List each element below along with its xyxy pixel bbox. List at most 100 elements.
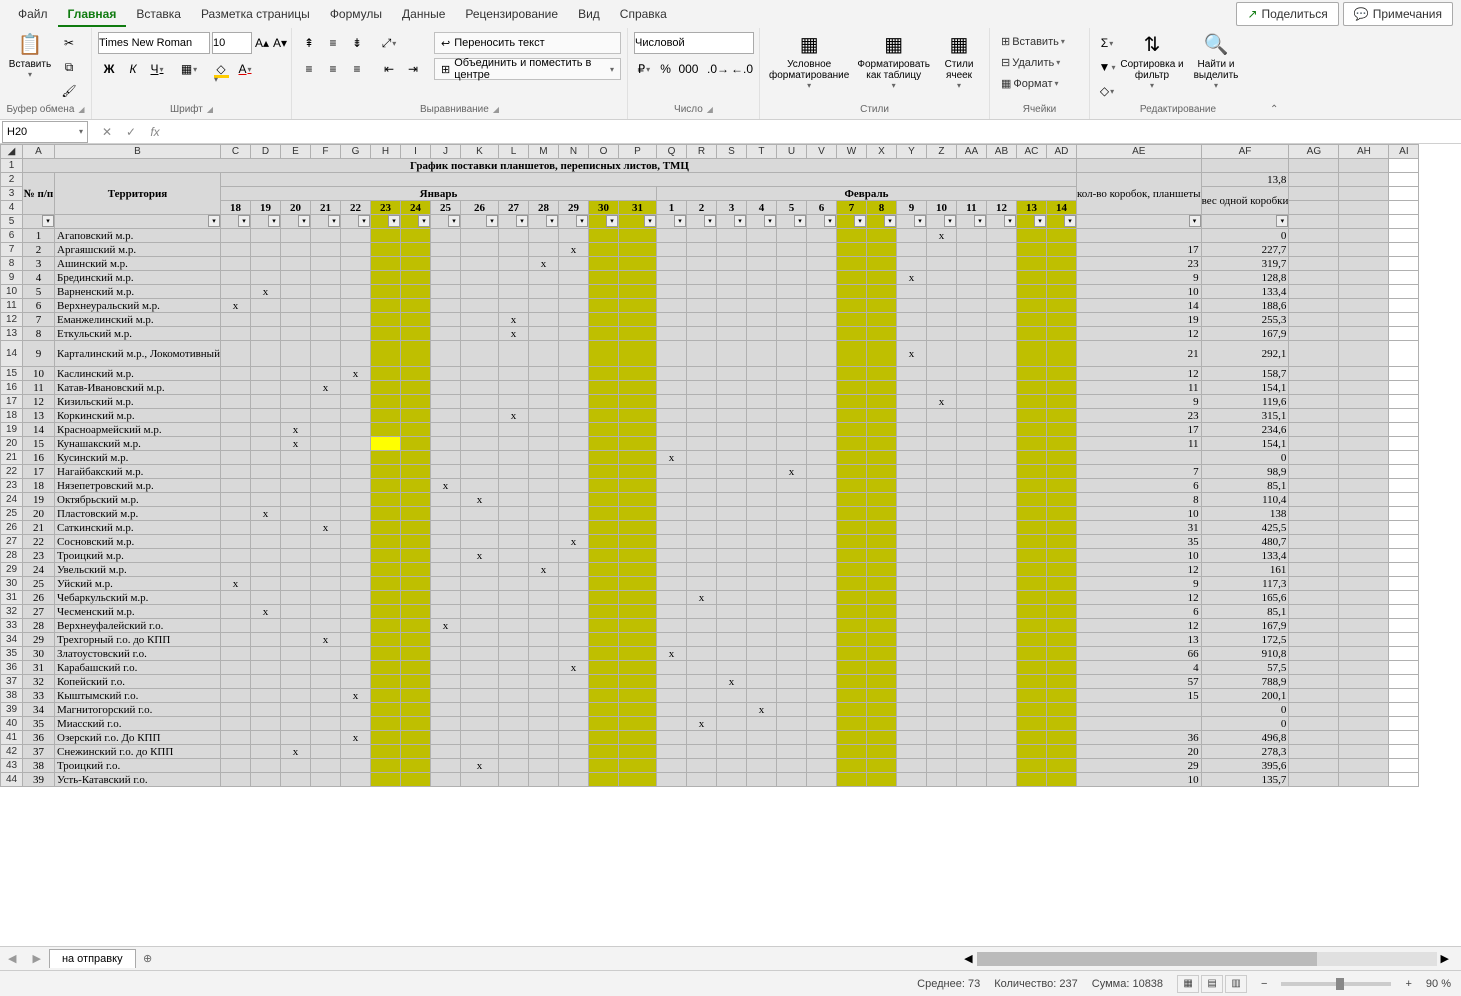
cell-day[interactable] — [806, 717, 836, 731]
cell-day[interactable] — [926, 563, 956, 577]
cell-day[interactable] — [498, 731, 528, 745]
cell-day[interactable] — [400, 341, 430, 367]
cell-day[interactable] — [310, 773, 340, 787]
cell-day[interactable] — [776, 451, 806, 465]
cell-day[interactable] — [866, 633, 896, 647]
cell-day[interactable] — [588, 535, 618, 549]
cell-day[interactable] — [1016, 703, 1046, 717]
filter-button[interactable]: ▾ — [238, 215, 250, 227]
col-header-A[interactable]: A — [23, 145, 55, 159]
col-header-O[interactable]: O — [588, 145, 618, 159]
cell-day[interactable] — [460, 465, 498, 479]
page-break-view-icon[interactable]: ▥ — [1225, 975, 1247, 993]
cell-day[interactable] — [250, 675, 280, 689]
cell-day[interactable] — [926, 341, 956, 367]
cell-day[interactable] — [430, 451, 460, 465]
cell-day[interactable] — [866, 759, 896, 773]
cell-day[interactable] — [400, 577, 430, 591]
cell-territory[interactable]: Кусинский м.р. — [55, 451, 221, 465]
cell-day[interactable] — [220, 591, 250, 605]
cell-day[interactable] — [310, 689, 340, 703]
cell-npp[interactable]: 24 — [23, 563, 55, 577]
cell-day[interactable] — [1046, 647, 1076, 661]
cell-day[interactable] — [926, 745, 956, 759]
find-select-button[interactable]: 🔍Найти и выделить▾ — [1186, 32, 1246, 102]
cell-day[interactable] — [400, 493, 430, 507]
font-name-select[interactable] — [98, 32, 210, 54]
cell-boxes[interactable]: 31 — [1076, 521, 1201, 535]
cell-day[interactable] — [716, 507, 746, 521]
cell-day[interactable] — [1046, 619, 1076, 633]
cell-day[interactable]: x — [558, 535, 588, 549]
cell-day[interactable] — [956, 271, 986, 285]
cell-day[interactable] — [558, 507, 588, 521]
col-header-L[interactable]: L — [498, 145, 528, 159]
cell-day[interactable] — [280, 549, 310, 563]
cell-day[interactable] — [310, 563, 340, 577]
cell-day[interactable] — [1016, 731, 1046, 745]
align-bottom-icon[interactable]: ⇟ — [346, 32, 368, 54]
cell-npp[interactable]: 21 — [23, 521, 55, 535]
cell-day[interactable] — [220, 285, 250, 299]
cell-npp[interactable]: 34 — [23, 703, 55, 717]
cell-npp[interactable]: 5 — [23, 285, 55, 299]
cell-day[interactable] — [986, 633, 1016, 647]
cell-day[interactable] — [618, 731, 656, 745]
cell-day[interactable] — [656, 229, 686, 243]
cell-day[interactable] — [1016, 367, 1046, 381]
cell-day[interactable] — [400, 437, 430, 451]
cell-day[interactable] — [926, 409, 956, 423]
cell-day[interactable] — [986, 759, 1016, 773]
cell-day[interactable] — [716, 577, 746, 591]
cell-day[interactable] — [926, 493, 956, 507]
cell-day[interactable] — [220, 633, 250, 647]
cell-day[interactable] — [370, 465, 400, 479]
cell-day[interactable] — [588, 703, 618, 717]
cell-day[interactable] — [340, 521, 370, 535]
align-middle-icon[interactable]: ≡ — [322, 32, 344, 54]
cell-day[interactable] — [806, 773, 836, 787]
cell-day[interactable] — [400, 381, 430, 395]
paste-button[interactable]: 📋 Вставить▾ — [6, 32, 54, 79]
cell-day[interactable] — [656, 493, 686, 507]
cell-day[interactable] — [686, 549, 716, 563]
cell-day[interactable] — [528, 367, 558, 381]
cell-day[interactable] — [746, 465, 776, 479]
col-header-K[interactable]: K — [460, 145, 498, 159]
cell-day[interactable] — [370, 563, 400, 577]
cell-day[interactable] — [956, 381, 986, 395]
cell-day[interactable] — [430, 285, 460, 299]
cell-day[interactable] — [1046, 479, 1076, 493]
cell-day[interactable] — [656, 605, 686, 619]
filter-button[interactable]: ▾ — [974, 215, 986, 227]
cell-day[interactable] — [896, 327, 926, 341]
cell-day[interactable] — [528, 689, 558, 703]
cell-day[interactable] — [400, 661, 430, 675]
cell-day[interactable] — [926, 327, 956, 341]
cell-day[interactable] — [1016, 759, 1046, 773]
cell-territory[interactable]: Кыштымский г.о. — [55, 689, 221, 703]
cell-day[interactable] — [656, 367, 686, 381]
copy-icon[interactable]: ⧉ — [58, 56, 80, 78]
cell-day[interactable] — [588, 243, 618, 257]
cell-weight[interactable]: 0 — [1201, 717, 1289, 731]
cell-day[interactable] — [310, 409, 340, 423]
cell-day[interactable] — [1016, 313, 1046, 327]
cell-day[interactable] — [340, 549, 370, 563]
cell-day[interactable] — [716, 313, 746, 327]
cell-day[interactable] — [776, 229, 806, 243]
cell-day[interactable] — [498, 479, 528, 493]
col-header-N[interactable]: N — [558, 145, 588, 159]
cell-day[interactable] — [956, 745, 986, 759]
cell-day[interactable] — [370, 409, 400, 423]
cell-day[interactable] — [498, 285, 528, 299]
cell-day[interactable] — [370, 341, 400, 367]
cell-day[interactable] — [280, 591, 310, 605]
cell-day[interactable] — [460, 591, 498, 605]
cell-day[interactable] — [250, 535, 280, 549]
cell-day[interactable] — [1046, 271, 1076, 285]
cell-day[interactable] — [220, 647, 250, 661]
col-header-AC[interactable]: AC — [1016, 145, 1046, 159]
cell-npp[interactable]: 3 — [23, 257, 55, 271]
cell-day[interactable] — [280, 395, 310, 409]
